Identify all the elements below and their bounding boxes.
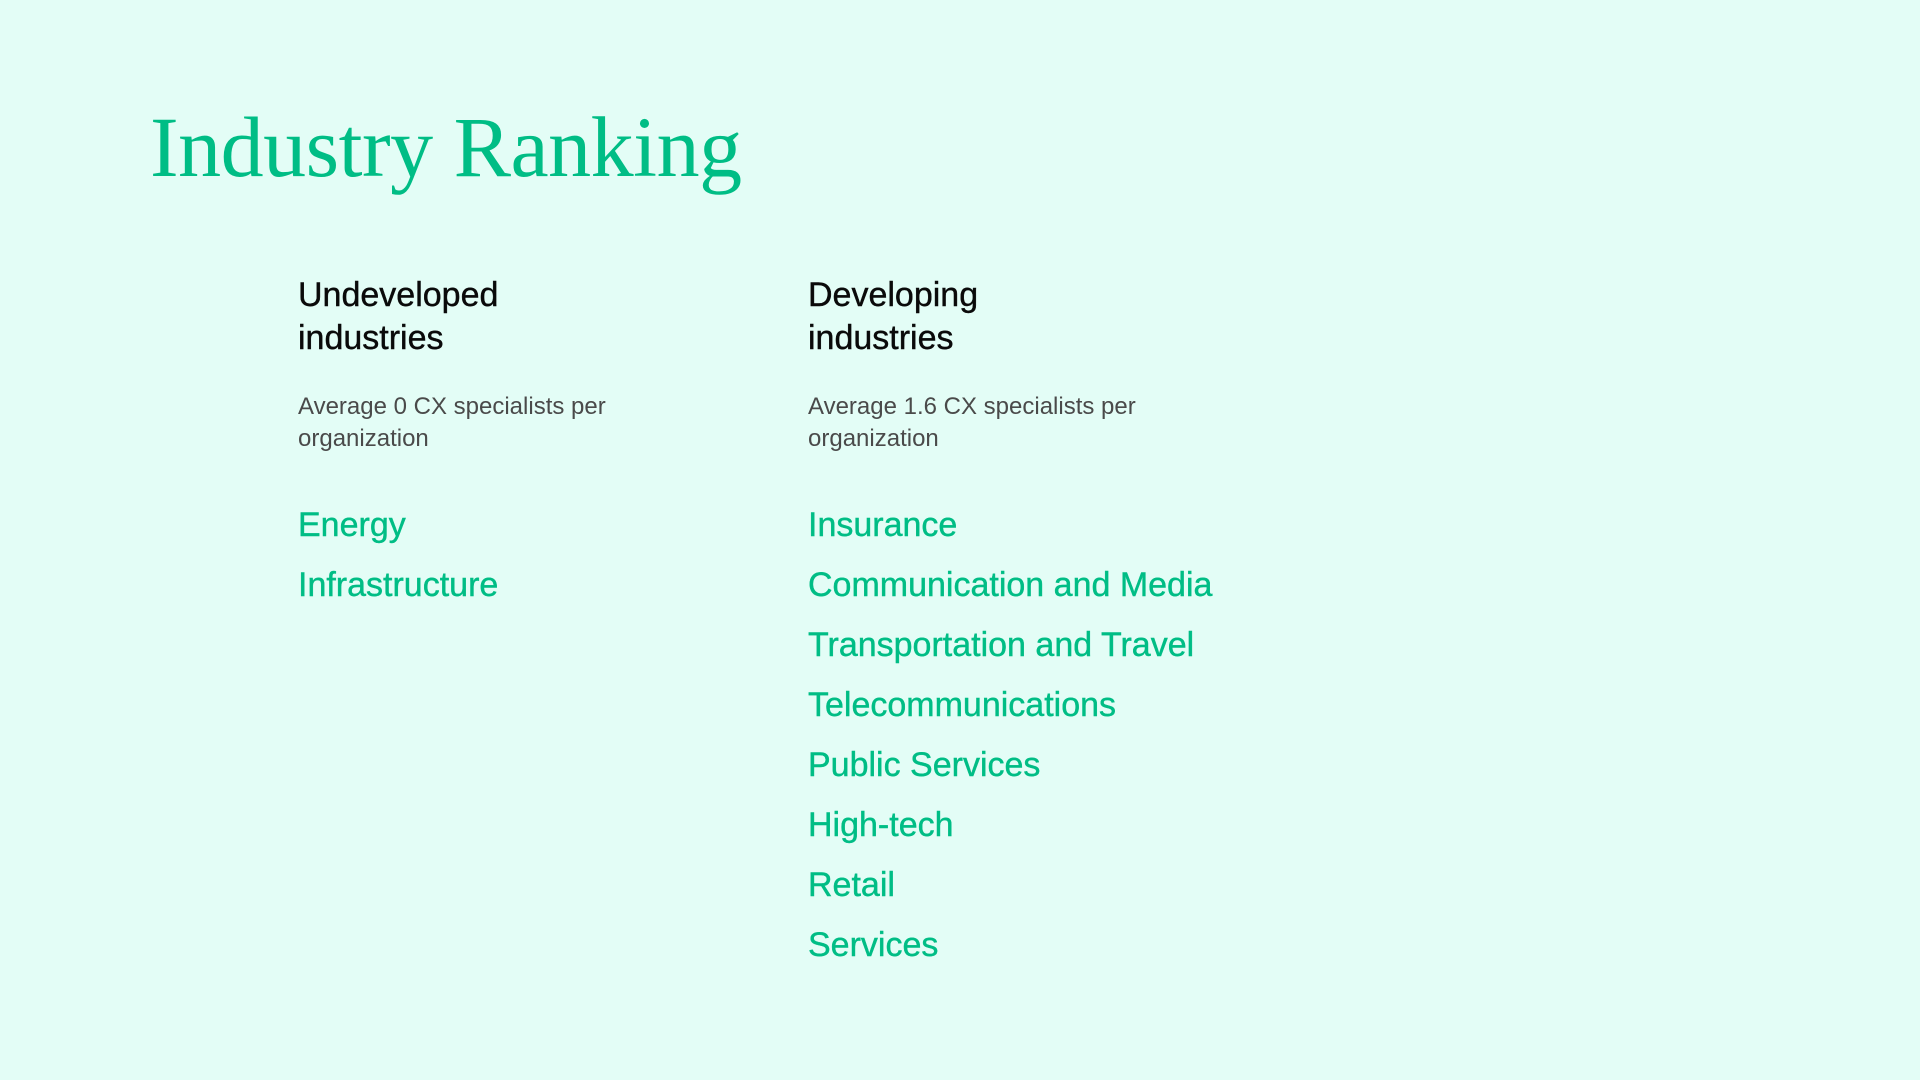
column-heading: Undeveloped industries — [298, 274, 758, 360]
industry-item: Insurance — [808, 506, 958, 544]
heading-line: Undeveloped — [298, 276, 499, 314]
average-specialists: Average 0 CX specialists per organizatio… — [298, 393, 606, 452]
heading-line: industries — [808, 319, 954, 357]
industry-list: Insurance Communication and Media Transp… — [808, 495, 1268, 975]
industry-item: Telecommunications — [808, 686, 1117, 724]
developing-industries-column: Developing industries Average 1.6 CX spe… — [808, 274, 1268, 975]
industry-item: Services — [808, 926, 939, 964]
column-heading: Developing industries — [808, 274, 1268, 360]
industry-item: Retail — [808, 866, 895, 904]
page-title: Industry Ranking — [150, 99, 742, 195]
industry-item: High-tech — [808, 806, 954, 844]
industry-item: Transportation and Travel — [808, 626, 1195, 664]
industry-item: Energy — [298, 506, 406, 544]
industry-item: Infrastructure — [298, 566, 499, 604]
average-specialists: Average 1.6 CX specialists per organizat… — [808, 393, 1136, 452]
heading-line: Developing — [808, 276, 979, 314]
heading-line: industries — [298, 319, 444, 357]
industry-item: Communication and Media — [808, 566, 1213, 604]
undeveloped-industries-column: Undeveloped industries Average 0 CX spec… — [298, 274, 758, 615]
industry-item: Public Services — [808, 746, 1041, 784]
industry-list: Energy Infrastructure — [298, 495, 758, 615]
